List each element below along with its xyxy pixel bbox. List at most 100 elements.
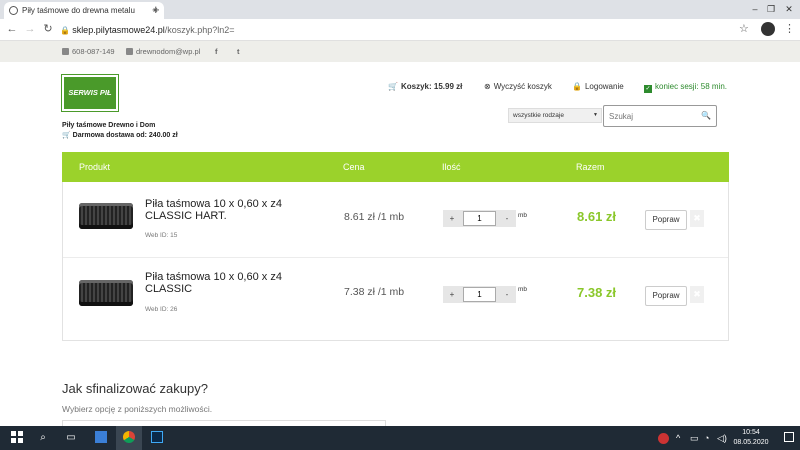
- lock-icon: 🔒: [60, 26, 73, 35]
- phone-number: 608-087-149: [72, 47, 115, 56]
- battery-icon[interactable]: ▭: [690, 426, 699, 450]
- task-view-icon[interactable]: ▭: [58, 426, 84, 450]
- store-logo[interactable]: SERWIS PIŁ: [61, 74, 119, 112]
- delete-item-icon[interactable]: ✖: [690, 286, 704, 303]
- url-path: /koszyk.php?ln2=: [164, 25, 235, 35]
- product-price: 8.61 zł /1 mb: [344, 211, 405, 223]
- lock-icon: 🔒: [572, 82, 582, 91]
- url-host: sklep.pilytasmowe24.pl: [72, 25, 165, 35]
- logo-text: SERWIS PIŁ: [68, 88, 112, 97]
- quantity-field[interactable]: [463, 287, 496, 302]
- product-thumbnail[interactable]: [79, 203, 133, 229]
- line-total: 8.61 zł: [577, 209, 617, 224]
- clock-time: 10:54: [742, 429, 760, 436]
- col-total: Razem: [576, 162, 605, 172]
- cart-table: Produkt Cena Ilość Razem Piła taśmowa 10…: [62, 152, 729, 341]
- quantity-stepper: + -: [443, 286, 516, 303]
- cart-row: Piła taśmowa 10 x 0,60 x z4 CLASSIC Web …: [63, 257, 728, 333]
- new-tab-button[interactable]: +: [152, 1, 160, 18]
- cart-icon: 🛒: [388, 82, 398, 91]
- category-select-value: wszystkie rodzaje: [513, 112, 564, 119]
- browser-tab[interactable]: Piły taśmowe do drewna metalu ×: [4, 2, 164, 19]
- notifications-icon[interactable]: [784, 432, 794, 442]
- product-web-id: Web ID: 26: [145, 306, 178, 313]
- cart-summary[interactable]: 🛒 Koszyk: 15.99 zł: [388, 82, 462, 91]
- photoshop-icon[interactable]: [144, 426, 170, 450]
- chrome-icon[interactable]: [116, 426, 142, 450]
- address-bar[interactable]: 🔒 sklep.pilytasmowe24.pl/koszyk.php?ln2=: [60, 22, 740, 38]
- browser-toolbar: ← → ↻ 🔒 sklep.pilytasmowe24.pl/koszyk.ph…: [0, 19, 800, 41]
- qty-plus-button[interactable]: +: [443, 210, 461, 227]
- cart-table-header: Produkt Cena Ilość Razem: [62, 152, 729, 182]
- col-product: Produkt: [79, 162, 111, 172]
- category-select[interactable]: wszystkie rodzaje ▼: [508, 108, 602, 123]
- check-icon: ✓: [644, 85, 652, 93]
- search-box: 🔍: [603, 105, 717, 127]
- cart-small-icon: 🛒: [62, 132, 71, 139]
- close-window-button[interactable]: ✕: [774, 0, 800, 19]
- session-timer: ✓ koniec sesji: 58 min.: [644, 82, 727, 93]
- back-icon[interactable]: ←: [4, 21, 20, 37]
- bookmark-star-icon[interactable]: ☆: [739, 22, 749, 35]
- product-web-id: Web ID: 15: [145, 232, 178, 239]
- product-name[interactable]: Piła taśmowa 10 x 0,60 x z4 CLASSIC: [145, 271, 325, 295]
- facebook-icon[interactable]: f: [215, 47, 218, 56]
- dropdown-arrow-icon: ▼: [593, 112, 598, 118]
- clear-cart-label: Wyczyść koszyk: [493, 82, 552, 91]
- windows-taskbar: ⌕ ▭ ^ ▭ ◔ ◁) 10:54 08.05.2020: [0, 426, 800, 450]
- search-input[interactable]: [604, 106, 694, 127]
- system-clock[interactable]: 10:54 08.05.2020: [730, 428, 772, 448]
- quantity-unit: mb: [518, 286, 528, 293]
- windows-start-icon[interactable]: [4, 426, 30, 450]
- session-label: koniec sesji: 58 min.: [655, 82, 728, 91]
- update-button[interactable]: Popraw: [645, 286, 687, 306]
- volume-icon[interactable]: ◁): [717, 426, 727, 450]
- search-icon[interactable]: 🔍: [701, 111, 711, 120]
- update-button[interactable]: Popraw: [645, 210, 687, 230]
- email-item[interactable]: drewnodom@wp.pl: [126, 47, 200, 56]
- finalize-heading: Jak sfinalizować zakupy?: [62, 381, 208, 396]
- phone-item[interactable]: 608-087-149: [62, 47, 115, 56]
- line-total: 7.38 zł: [577, 285, 617, 300]
- cart-total-label: Koszyk: 15.99 zł: [400, 82, 463, 91]
- cart-row: Piła taśmowa 10 x 0,60 x z4 CLASSIC HART…: [63, 182, 728, 258]
- free-shipping-text: Darmowa dostawa od: 240.00 zł: [72, 132, 178, 139]
- delete-item-icon[interactable]: ✖: [690, 210, 704, 227]
- forward-icon[interactable]: →: [22, 21, 38, 37]
- clock-date: 08.05.2020: [733, 439, 769, 446]
- contact-bar: 608-087-149 drewnodom@wp.pl f t: [0, 41, 800, 62]
- qty-minus-button[interactable]: -: [498, 286, 516, 303]
- login-label: Logowanie: [584, 82, 624, 91]
- clear-cart-link[interactable]: ⊗ Wyczyść koszyk: [484, 82, 552, 91]
- envelope-icon: [126, 48, 133, 55]
- store-name: Piły taśmowe Drewno i Dom: [62, 122, 156, 129]
- email-address: drewnodom@wp.pl: [136, 47, 201, 56]
- free-shipping-info: 🛒 Darmowa dostawa od: 240.00 zł: [62, 131, 178, 139]
- site-favicon-icon: [9, 6, 18, 15]
- col-quantity: Ilość: [442, 162, 461, 172]
- quantity-stepper: + -: [443, 210, 516, 227]
- reload-icon[interactable]: ↻: [40, 21, 56, 37]
- phone-icon: [62, 48, 69, 55]
- col-price: Cena: [343, 162, 365, 172]
- tray-chevron-icon[interactable]: ^: [676, 426, 680, 450]
- qty-plus-button[interactable]: +: [443, 286, 461, 303]
- quantity-unit: mb: [518, 212, 528, 219]
- app-icon[interactable]: [88, 426, 114, 450]
- product-price: 7.38 zł /1 mb: [344, 286, 405, 298]
- browser-menu-icon[interactable]: ⋮: [784, 22, 795, 35]
- tray-app-icon[interactable]: [658, 426, 669, 450]
- login-link[interactable]: 🔒 Logowanie: [572, 82, 624, 91]
- search-taskbar-icon[interactable]: ⌕: [30, 426, 56, 450]
- clear-icon: ⊗: [484, 82, 491, 91]
- network-icon[interactable]: ◔: [704, 426, 709, 450]
- product-name[interactable]: Piła taśmowa 10 x 0,60 x z4 CLASSIC HART…: [145, 198, 325, 222]
- product-thumbnail[interactable]: [79, 280, 133, 306]
- profile-avatar[interactable]: [761, 22, 775, 36]
- qty-minus-button[interactable]: -: [498, 210, 516, 227]
- browser-tab-bar: Piły taśmowe do drewna metalu × + – ❐ ✕: [0, 0, 800, 19]
- finalize-subtitle: Wybierz opcję z poniższych możliwości.: [62, 404, 213, 414]
- tab-title: Piły taśmowe do drewna metalu: [22, 6, 135, 15]
- quantity-field[interactable]: [463, 211, 496, 226]
- twitter-icon[interactable]: t: [237, 47, 240, 56]
